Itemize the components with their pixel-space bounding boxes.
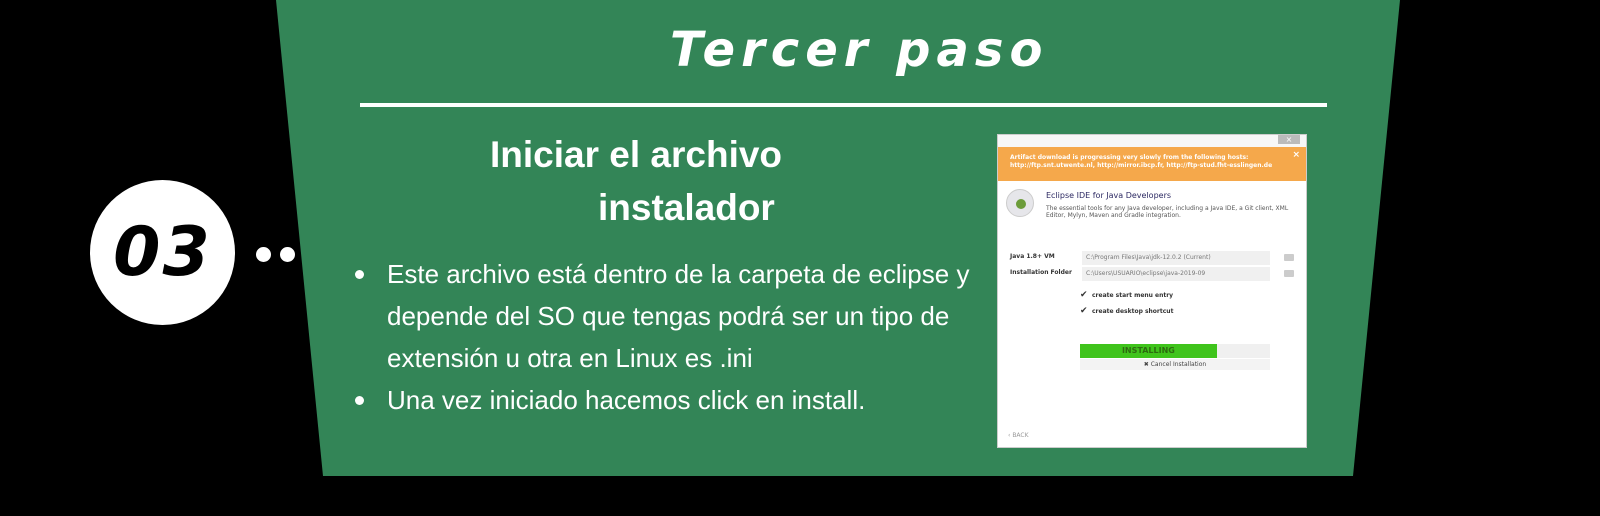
product-title: Eclipse IDE for Java Developers	[1046, 191, 1172, 200]
back-label: BACK	[1012, 432, 1029, 439]
checkmark-icon: ✔	[1080, 306, 1088, 316]
java-vm-select[interactable]: C:\Program Files\Java\jdk-12.0.2 (Curren…	[1082, 251, 1270, 265]
install-folder-label: Installation Folder	[1010, 269, 1072, 276]
section-subtitle: Iniciar el archivo instalador	[490, 128, 782, 234]
title-divider	[360, 103, 1327, 107]
checkbox-label: create desktop shortcut	[1092, 308, 1174, 315]
start-menu-checkbox[interactable]: ✔ create start menu entry	[1080, 290, 1173, 300]
desktop-shortcut-checkbox[interactable]: ✔ create desktop shortcut	[1080, 306, 1173, 316]
cancel-label: Cancel Installation	[1150, 361, 1207, 368]
window-close-icon[interactable]: ×	[1278, 135, 1300, 144]
progress-fill: INSTALLING	[1080, 344, 1217, 358]
list-item: Este archivo está dentro de la carpeta d…	[355, 253, 995, 379]
java-vm-row: Java 1.8+ VM C:\Program Files\Java\jdk-1…	[1010, 251, 1300, 265]
step-number: 03	[113, 213, 212, 292]
install-folder-field[interactable]: C:\Users\USUARIO\eclipse\java-2019-09	[1082, 267, 1270, 281]
close-icon[interactable]: ×	[1292, 151, 1300, 160]
installing-label: INSTALLING	[1121, 346, 1175, 355]
cancel-icon: ✖	[1143, 361, 1151, 368]
subtitle-line-2: instalador	[598, 187, 775, 228]
product-header: Eclipse IDE for Java Developers The esse…	[998, 181, 1306, 237]
subtitle-line-1: Iniciar el archivo	[490, 134, 783, 175]
instruction-list: Este archivo está dentro de la carpeta d…	[355, 253, 995, 421]
connector-dot	[256, 247, 271, 262]
folder-icon[interactable]	[1284, 270, 1294, 277]
folder-icon[interactable]	[1284, 254, 1294, 261]
back-button[interactable]: ‹ BACK	[1008, 432, 1029, 439]
installer-titlebar: ×	[998, 135, 1306, 147]
install-progress-bar: INSTALLING	[1080, 344, 1270, 358]
checkbox-label: create start menu entry	[1092, 292, 1174, 299]
cancel-installation-button[interactable]: ✖ Cancel Installation	[1080, 359, 1270, 370]
installer-screenshot: × Artifact download is progressing very …	[997, 134, 1307, 448]
eclipse-product-icon	[1006, 189, 1034, 217]
warning-text: Artifact download is progressing very sl…	[1010, 154, 1273, 169]
step-badge: 03	[90, 180, 235, 325]
checkmark-icon: ✔	[1080, 290, 1088, 300]
java-vm-label: Java 1.8+ VM	[1010, 253, 1055, 260]
install-folder-row: Installation Folder C:\Users\USUARIO\ecl…	[1010, 267, 1300, 281]
product-description: The essential tools for any Java develop…	[1046, 205, 1289, 219]
slow-download-warning: Artifact download is progressing very sl…	[998, 147, 1306, 181]
connector-dot	[280, 247, 295, 262]
list-item: Una vez iniciado hacemos click en instal…	[355, 379, 995, 421]
page-title: Tercer paso	[670, 22, 1049, 78]
